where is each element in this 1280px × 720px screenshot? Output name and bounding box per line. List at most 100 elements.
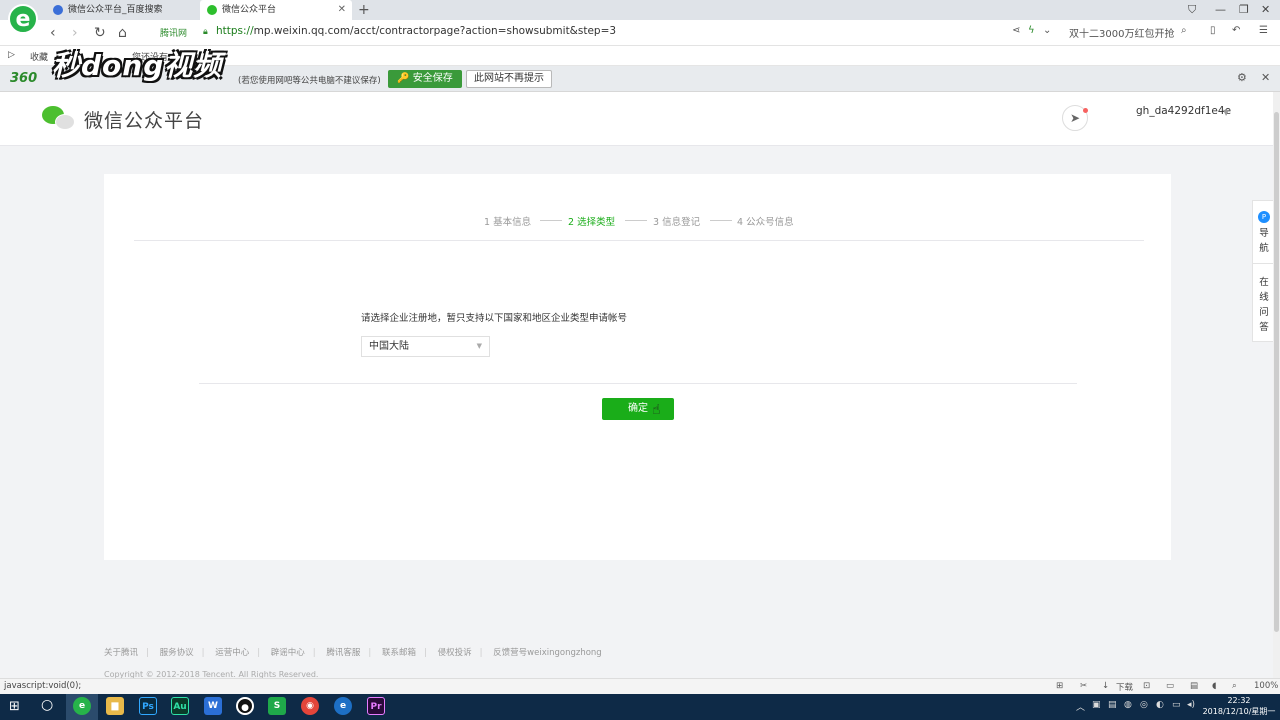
home-icon[interactable]: ⌂ xyxy=(118,23,127,43)
sound-icon[interactable]: ◖ xyxy=(1212,681,1216,691)
tab-baidu-search[interactable]: 微信公众平台_百度搜索 xyxy=(46,0,198,20)
tray-app-icon[interactable]: ▤ xyxy=(1108,700,1117,710)
reading-mode-icon[interactable]: ▯ xyxy=(1210,25,1216,36)
undo-icon[interactable]: ↶ xyxy=(1232,25,1240,36)
audition-icon[interactable]: Au xyxy=(171,697,189,715)
back-icon[interactable]: ‹ xyxy=(50,23,56,43)
tools-icon[interactable]: ✂ xyxy=(1080,681,1087,691)
extension-icon[interactable]: ⊞ xyxy=(1056,681,1063,691)
status-url: javascript:void(0); xyxy=(4,681,82,691)
screenshot-icon[interactable]: ⊡ xyxy=(1143,681,1150,691)
notification-button[interactable]: ➤ xyxy=(1062,105,1088,131)
share-icon[interactable]: ⋖ xyxy=(1012,25,1020,36)
divider xyxy=(199,383,1077,384)
photoshop-icon[interactable]: Ps xyxy=(139,697,157,715)
tray-app-icon[interactable]: ◎ xyxy=(1140,700,1148,710)
zoom-search-icon[interactable]: ⌕ xyxy=(1232,681,1237,691)
word-icon[interactable]: W xyxy=(204,697,222,715)
close-bar-icon[interactable]: ✕ xyxy=(1261,71,1270,84)
close-window-icon[interactable]: ✕ xyxy=(1261,0,1270,20)
nav-link[interactable]: 导航 xyxy=(1258,226,1270,256)
tray-app-icon[interactable]: ▣ xyxy=(1092,700,1101,710)
footer-link[interactable]: 关于腾讯 xyxy=(104,648,138,658)
accelerate-icon[interactable]: ϟ xyxy=(1028,25,1035,36)
gear-icon[interactable]: ⚙ xyxy=(1237,71,1247,84)
file-explorer-icon[interactable]: ▆ xyxy=(106,697,124,715)
tab-weixin-mp[interactable]: 微信公众平台 ✕ xyxy=(200,0,352,20)
new-tab-button[interactable]: + xyxy=(358,0,370,20)
windows-start-icon[interactable]: ⊞ xyxy=(9,699,20,714)
forward-icon[interactable]: › xyxy=(72,23,78,43)
search-icon[interactable]: ⌕ xyxy=(1181,25,1187,36)
step-connector xyxy=(540,220,562,221)
never-prompt-button[interactable]: 此网站不再提示 xyxy=(466,70,552,88)
secure-save-button[interactable]: 🔑 安全保存 xyxy=(388,70,462,88)
zoom-level[interactable]: 100% xyxy=(1254,681,1278,691)
tray-app-icon[interactable]: ◐ xyxy=(1156,700,1164,710)
step-3: 3 信息登记 xyxy=(653,217,701,228)
edge-icon[interactable]: e xyxy=(334,697,352,715)
chevron-down-icon[interactable]: ⌄ xyxy=(1043,25,1051,36)
minimize-icon[interactable]: — xyxy=(1215,0,1226,20)
360-browser-taskbar-icon[interactable]: e xyxy=(73,697,91,715)
footer-link[interactable]: 运营中心 xyxy=(215,648,249,658)
wechat-tray-icon[interactable]: ◍ xyxy=(1124,700,1132,710)
tab-label: 微信公众平台_百度搜索 xyxy=(68,5,163,15)
browser-logo-icon[interactable]: e xyxy=(8,4,38,34)
sheets-icon[interactable]: S xyxy=(268,697,286,715)
volume-icon[interactable]: ◂) xyxy=(1187,700,1195,710)
footer-link[interactable]: 反馈营号weixingongzhong xyxy=(493,648,602,658)
premiere-icon[interactable]: Pr xyxy=(367,697,385,715)
main-card: 1 基本信息 2 选择类型 3 信息登记 4 公众号信息 请选择企业注册地，暂只… xyxy=(104,174,1171,560)
footer-link[interactable]: 联系邮箱 xyxy=(382,648,416,658)
browser-status-bar: javascript:void(0); ⊞ ✂ ↓ 下载 ⊡ ▭ ▤ ◖ ⌕ 1… xyxy=(0,678,1280,694)
bookmark-favorites[interactable]: 收藏 xyxy=(30,50,48,63)
menu-icon[interactable]: ☰ xyxy=(1259,25,1268,36)
online-qa-link[interactable]: 在线问答 xyxy=(1258,275,1270,335)
caret-down-icon[interactable]: ▼ xyxy=(1223,108,1229,117)
site-security-badge[interactable]: 腾讯网 xyxy=(160,26,187,39)
sidebar-toggle-icon[interactable]: ▷ xyxy=(8,50,15,60)
chrome-icon[interactable]: ◉ xyxy=(301,697,319,715)
step-connector xyxy=(710,220,732,221)
cortana-search-icon[interactable]: ○ xyxy=(41,697,53,713)
confirm-button[interactable]: 确定 xyxy=(602,398,674,420)
shirt-skin-icon[interactable]: ⛉ xyxy=(1188,0,1196,20)
footer-link[interactable]: 辟谣中心 xyxy=(271,648,305,658)
region-selected-value: 中国大陆 xyxy=(369,341,409,352)
nav-badge-icon: P xyxy=(1258,211,1270,223)
refresh-icon[interactable]: ↻ xyxy=(94,23,106,43)
tab-close-icon[interactable]: ✕ xyxy=(338,0,346,20)
account-name[interactable]: gh_da4292df1e4e xyxy=(1136,105,1231,117)
url-input[interactable]: https://mp.weixin.qq.com/acct/contractor… xyxy=(216,25,616,37)
divider xyxy=(134,240,1144,241)
footer-link[interactable]: 腾讯客服 xyxy=(326,648,360,658)
page-title[interactable]: 微信公众平台 xyxy=(84,106,204,133)
address-bar: ‹ › ↻ ⌂ 腾讯网 🔒︎ https://mp.weixin.qq.com/… xyxy=(0,20,1280,46)
record-icon[interactable]: ● xyxy=(236,697,254,715)
window-icon[interactable]: ▭ xyxy=(1166,681,1174,691)
clock-date: 2018/12/10/星期一 xyxy=(1202,707,1276,716)
step-connector xyxy=(625,220,647,221)
system-clock[interactable]: 22:32 2018/12/10/星期一 xyxy=(1200,695,1278,717)
download-icon[interactable]: ↓ xyxy=(1102,681,1109,691)
footer-link[interactable]: 侵权投诉 xyxy=(438,648,472,658)
clock-time: 22:32 xyxy=(1227,696,1251,705)
tray-expand-icon[interactable]: ︿ xyxy=(1076,700,1085,713)
scroll-thumb[interactable] xyxy=(1274,112,1279,632)
restore-icon[interactable]: ❐ xyxy=(1239,0,1249,20)
brand-360-logo: 360 xyxy=(10,71,38,86)
tab-label: 微信公众平台 xyxy=(222,5,277,15)
region-select[interactable]: 中国大陆 ▼ xyxy=(361,336,490,357)
page-icon[interactable]: ▤ xyxy=(1190,681,1198,691)
download-label[interactable]: 下载 xyxy=(1116,681,1133,693)
site-header: 微信公众平台 ➤ gh_da4292df1e4e ▼ xyxy=(0,92,1280,146)
page-scrollbar[interactable] xyxy=(1273,92,1280,678)
footer-links: 关于腾讯 | 服务协议 | 运营中心 | 辟谣中心 | 腾讯客服 | 联系邮箱 | 侵权投诉… xyxy=(104,648,602,658)
wechat-logo-icon[interactable] xyxy=(42,106,76,132)
step-1: 1 基本信息 xyxy=(484,217,532,228)
network-icon[interactable]: ▭ xyxy=(1172,700,1181,710)
footer-link[interactable]: 服务协议 xyxy=(160,648,194,658)
lock-icon[interactable]: 🔒︎ xyxy=(203,27,208,37)
promo-link[interactable]: 双十二3000万红包开抢 xyxy=(1069,25,1174,40)
